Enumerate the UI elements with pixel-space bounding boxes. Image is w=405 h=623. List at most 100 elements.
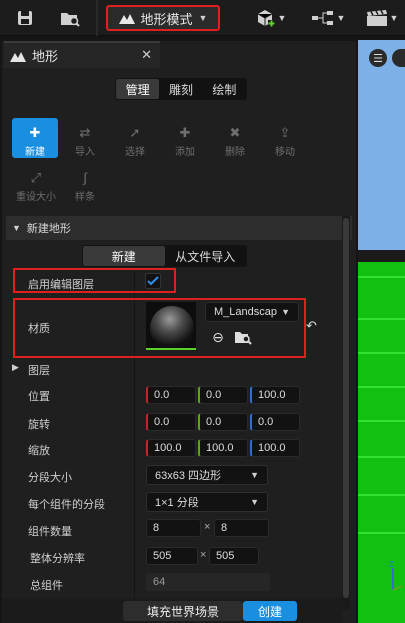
import-tool-button[interactable]: ⇄ 导入 [62, 118, 108, 159]
node-graph-icon [311, 11, 333, 25]
chevron-down-icon: ▼ [198, 13, 208, 23]
blueprint-button[interactable]: ▼ [306, 6, 350, 30]
grid-line [358, 318, 405, 320]
rotation-x-input[interactable]: 0.0 [146, 413, 196, 431]
multiply-icon: × [200, 549, 207, 561]
section-size-dropdown[interactable]: 63x63 四边形 ▼ [146, 465, 268, 485]
resolution-y-input[interactable]: 505 [209, 547, 259, 565]
overall-resolution-label: 整体分辨率 [30, 553, 85, 565]
add-component-icon: ✚ [179, 125, 191, 140]
content-browser-icon[interactable] [56, 6, 84, 30]
add-tool-button[interactable]: ✚ 添加 [162, 118, 208, 159]
tab-create-new[interactable]: 新建 [83, 246, 165, 266]
tab-manage[interactable]: 管理 [116, 79, 160, 99]
use-selected-asset-icon[interactable]: ⊖ [210, 329, 226, 345]
tool-label: 添加 [175, 147, 195, 158]
material-thumbnail[interactable] [146, 302, 196, 350]
chevron-down-icon: ▼ [281, 307, 290, 317]
rotation-y-input[interactable]: 0.0 [198, 413, 248, 431]
chevron-down-icon: ▼ [336, 13, 346, 23]
mode-dropdown[interactable]: 地形模式 ▼ [106, 5, 220, 31]
tab-sculpt[interactable]: 雕刻 [159, 79, 202, 99]
grid-line [358, 386, 405, 388]
tab-paint[interactable]: 绘制 [203, 79, 246, 99]
material-label: 材质 [28, 323, 50, 335]
browse-asset-icon[interactable] [234, 329, 252, 345]
tool-label: 移动 [275, 147, 295, 158]
clapperboard-icon [366, 10, 387, 26]
toolbar-divider [96, 0, 98, 36]
chevron-down-icon: ▼ [389, 13, 399, 23]
grid-line [358, 420, 405, 422]
axis-gizmo-icon: Z [387, 558, 403, 592]
chevron-down-icon: ▼ [250, 497, 259, 507]
cinematics-button[interactable]: ▼ [362, 6, 402, 30]
component-count-x-input[interactable]: 8 [146, 519, 201, 537]
delete-component-icon: ✖ [229, 125, 241, 140]
svg-text:Z: Z [389, 560, 394, 569]
select-tool-button[interactable]: ➚ 选择 [112, 118, 158, 159]
new-landscape-icon: ✚ [29, 125, 41, 140]
viewport-button[interactable] [392, 49, 405, 67]
create-mode-tabs: 新建 从文件导入 [82, 245, 247, 267]
enable-edit-layers-checkbox[interactable] [145, 273, 161, 289]
save-icon[interactable] [12, 6, 38, 30]
add-actor-button[interactable]: ▼ [251, 6, 291, 30]
total-components-label: 总组件 [30, 580, 63, 592]
chevron-down-icon: ▼ [250, 470, 259, 480]
resolution-x-input[interactable]: 505 [146, 547, 198, 565]
tab-import-from-file[interactable]: 从文件导入 [165, 246, 247, 266]
enable-edit-layers-label: 启用编辑图层 [28, 279, 94, 291]
landscape-icon [10, 51, 26, 62]
landscape-tab[interactable]: 地形 ✕ [4, 41, 160, 68]
layers-label: 图层 [28, 365, 50, 377]
rotation-label: 旋转 [28, 419, 50, 431]
tool-label: 导入 [75, 147, 95, 158]
import-icon: ⇄ [79, 125, 91, 140]
grid-line [358, 276, 405, 278]
delete-tool-button[interactable]: ✖ 删除 [212, 118, 258, 159]
sections-per-component-label: 每个组件的分段 [28, 499, 105, 511]
rotation-z-input[interactable]: 0.0 [250, 413, 300, 431]
spline-tool-button[interactable]: ∫ 样条 [62, 163, 108, 204]
scale-x-input[interactable]: 100.0 [146, 439, 196, 457]
tool-label: 重设大小 [16, 192, 56, 203]
location-z-input[interactable]: 100.0 [250, 386, 300, 404]
create-button[interactable]: 创建 [243, 601, 297, 621]
new-tool-button[interactable]: ✚ 新建 [12, 118, 58, 158]
component-count-y-input[interactable]: 8 [214, 519, 269, 537]
close-icon[interactable]: ✕ [141, 47, 152, 63]
chevron-right-icon[interactable]: ▶ [12, 362, 19, 373]
landscape-icon [118, 14, 135, 24]
resize-tool-button[interactable]: ⤢ 重设大小 [10, 163, 62, 204]
section-size-label: 分段大小 [28, 472, 72, 484]
scale-y-input[interactable]: 100.0 [198, 439, 248, 457]
cube-add-icon [257, 10, 275, 27]
total-components-value: 64 [146, 573, 270, 591]
fill-world-button[interactable]: 填充世界场景 [123, 601, 243, 621]
material-value: M_Landscap [214, 306, 277, 318]
chevron-down-icon: ▼ [12, 223, 21, 233]
sections-per-component-dropdown[interactable]: 1×1 分段 ▼ [146, 492, 268, 512]
location-x-input[interactable]: 0.0 [146, 386, 196, 404]
chevron-down-icon: ▼ [277, 13, 287, 23]
level-viewport[interactable] [358, 40, 405, 623]
tool-label: 删除 [225, 147, 245, 158]
grid-line [358, 456, 405, 458]
move-tool-button[interactable]: ⇪ 移动 [262, 118, 308, 159]
top-toolbar: 地形模式 ▼ ▼ ▼ ▼ [0, 0, 405, 36]
new-landscape-section-header[interactable]: ▼ 新建地形 [6, 216, 352, 240]
location-y-input[interactable]: 0.0 [198, 386, 248, 404]
mode-subtabs: 管理 雕刻 绘制 [115, 78, 247, 100]
scale-label: 缩放 [28, 445, 50, 457]
spline-icon: ∫ [83, 170, 87, 185]
location-label: 位置 [28, 391, 50, 403]
hamburger-menu-icon[interactable]: ☰ [369, 49, 387, 67]
scale-z-input[interactable]: 100.0 [250, 439, 300, 457]
tool-label: 样条 [75, 192, 95, 203]
reset-to-default-icon[interactable]: ↶ [306, 318, 322, 333]
section-size-value: 63x63 四边形 [155, 470, 222, 482]
select-cursor-icon: ➚ [129, 125, 141, 140]
material-dropdown[interactable]: M_Landscap ▼ [205, 302, 299, 322]
scrollbar-thumb[interactable] [343, 218, 349, 598]
